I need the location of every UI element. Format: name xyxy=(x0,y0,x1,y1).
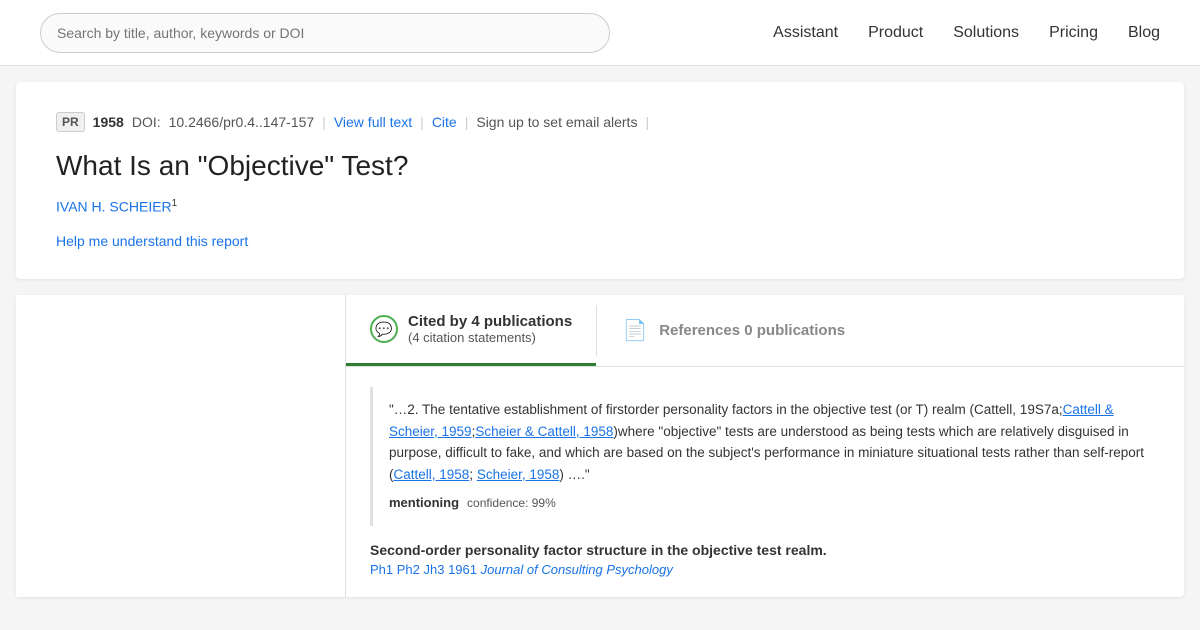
citation-icon: 💬 xyxy=(370,315,398,343)
separator-3: | xyxy=(465,114,469,130)
article-year: 1958 xyxy=(93,114,124,130)
badge-pr: PR xyxy=(56,112,85,132)
article-doi-value: 10.2466/pr0.4..147-157 xyxy=(169,114,315,130)
second-order-refs[interactable]: Ph1 Ph2 Jh3 xyxy=(370,562,444,577)
header: Assistant Product Solutions Pricing Blog xyxy=(0,0,1200,66)
citation-text-5: ) …." xyxy=(559,467,589,482)
citation-link-2[interactable]: Scheier & Cattell, 1958 xyxy=(475,424,613,439)
separator-2: | xyxy=(420,114,424,130)
nav-item-assistant[interactable]: Assistant xyxy=(773,24,838,42)
references-icon: 📄 xyxy=(621,317,649,345)
references-icon-glyph: 📄 xyxy=(623,318,648,343)
help-link[interactable]: Help me understand this report xyxy=(56,233,248,249)
separator-4: | xyxy=(645,114,649,130)
citation-link-3[interactable]: Cattell, 1958 xyxy=(394,467,470,482)
citation-icon-glyph: 💬 xyxy=(375,321,392,338)
view-full-text-link[interactable]: View full text xyxy=(334,114,412,130)
article-title: What Is an "Objective" Test? xyxy=(56,148,1144,184)
mentioning-label: mentioning xyxy=(389,493,459,514)
article-doi-label: DOI: xyxy=(132,114,161,130)
nav-bar: Assistant Product Solutions Pricing Blog xyxy=(773,24,1160,42)
citation-text-start: "…2. The tentative establishment of firs… xyxy=(389,402,1063,417)
second-order-journal: Journal of Consulting Psychology xyxy=(481,562,673,577)
confidence-text: confidence: 99% xyxy=(467,494,556,513)
second-order-title: Second-order personality factor structur… xyxy=(370,542,1160,558)
author-link[interactable]: IVAN H. SCHEIER xyxy=(56,199,172,215)
cited-by-label: Cited by 4 publications (4 citation stat… xyxy=(408,313,572,345)
tab-content: "…2. The tentative establishment of firs… xyxy=(346,367,1184,597)
meta-row: PR 1958 DOI: 10.2466/pr0.4..147-157 | Vi… xyxy=(56,112,1144,132)
cited-by-subtitle: (4 citation statements) xyxy=(408,330,572,345)
nav-item-pricing[interactable]: Pricing xyxy=(1049,24,1098,42)
bottom-section: 💬 Cited by 4 publications (4 citation st… xyxy=(16,295,1184,597)
tab-references[interactable]: 📄 References 0 publications xyxy=(597,295,869,366)
references-title: References 0 publications xyxy=(659,322,845,339)
author-row: IVAN H. SCHEIER1 xyxy=(56,198,1144,215)
second-order-meta: Ph1 Ph2 Jh3 1961 Journal of Consulting P… xyxy=(370,562,1160,577)
second-order-block: Second-order personality factor structur… xyxy=(370,542,1160,577)
cited-by-title: Cited by 4 publications xyxy=(408,313,572,330)
nav-item-blog[interactable]: Blog xyxy=(1128,24,1160,42)
separator-1: | xyxy=(322,114,326,130)
article-card: PR 1958 DOI: 10.2466/pr0.4..147-157 | Vi… xyxy=(16,82,1184,279)
tab-cited-by[interactable]: 💬 Cited by 4 publications (4 citation st… xyxy=(346,295,596,366)
tabs-header: 💬 Cited by 4 publications (4 citation st… xyxy=(346,295,1184,367)
cite-link[interactable]: Cite xyxy=(432,114,457,130)
author-sup: 1 xyxy=(172,198,178,209)
tabs-panel: 💬 Cited by 4 publications (4 citation st… xyxy=(346,295,1184,597)
search-input[interactable] xyxy=(40,13,610,53)
citation-link-4[interactable]: Scheier, 1958 xyxy=(477,467,560,482)
second-order-year-val: 1961 xyxy=(448,562,477,577)
nav-item-product[interactable]: Product xyxy=(868,24,923,42)
second-order-journal-name: Journal of Consulting Psychology xyxy=(481,562,673,577)
mentioning-row: mentioning confidence: 99% xyxy=(389,493,1144,514)
sidebar-panel xyxy=(16,295,346,597)
citation-block: "…2. The tentative establishment of firs… xyxy=(370,387,1160,526)
citation-text-4: ; xyxy=(469,467,477,482)
alert-text: Sign up to set email alerts xyxy=(476,114,637,130)
nav-item-solutions[interactable]: Solutions xyxy=(953,24,1019,42)
